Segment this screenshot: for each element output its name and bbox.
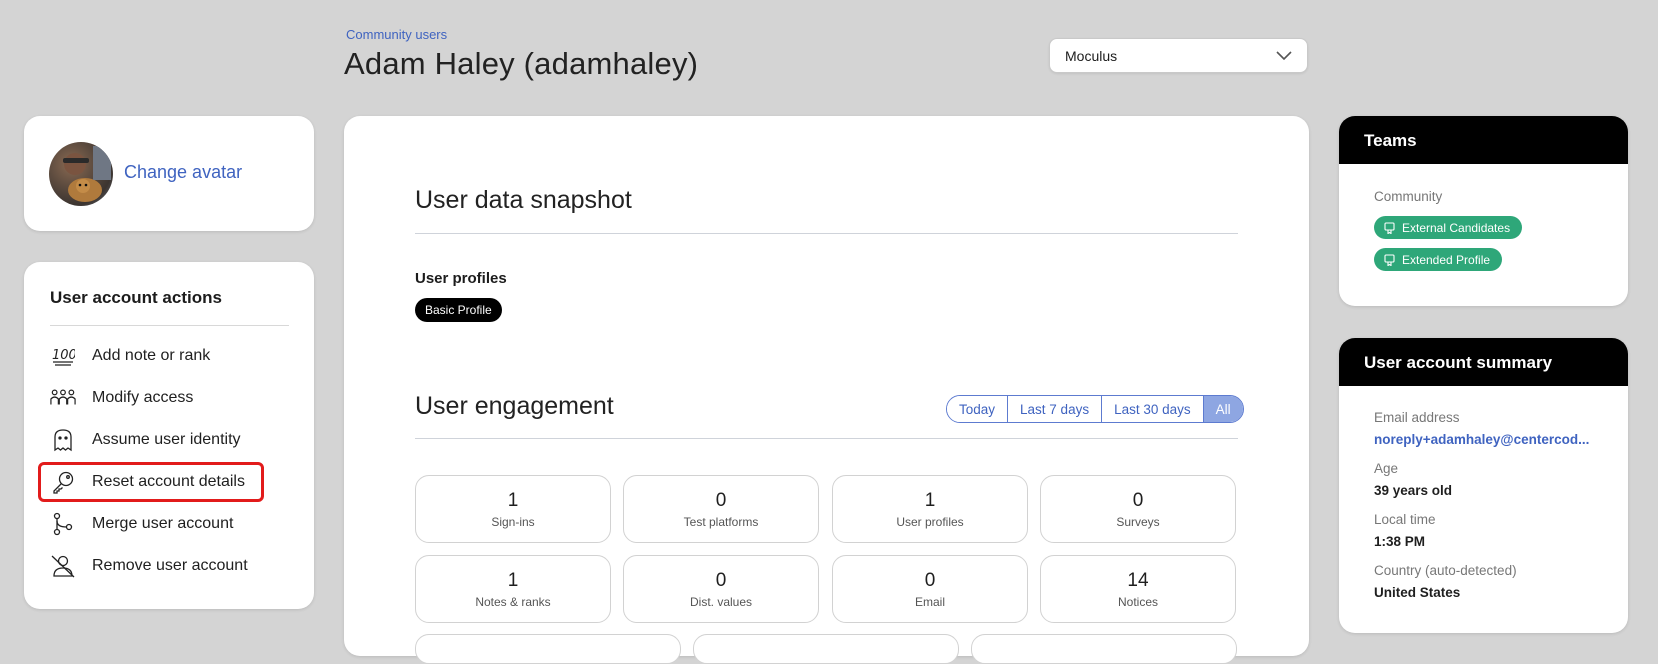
certificate-icon: [1384, 253, 1395, 266]
user-data-snapshot-title: User data snapshot: [415, 186, 632, 214]
age-label: Age: [1374, 461, 1399, 476]
stat-card-partial: [971, 634, 1237, 664]
email-label: Email address: [1374, 410, 1460, 425]
svg-text:100: 100: [52, 348, 75, 363]
stat-label: Test platforms: [683, 514, 759, 529]
remove-user-account-action[interactable]: Remove user account: [50, 549, 289, 583]
local-time-label: Local time: [1374, 512, 1436, 527]
stat-value: 14: [1127, 569, 1149, 591]
action-label: Assume user identity: [92, 431, 241, 448]
range-all[interactable]: All: [1203, 396, 1243, 422]
change-avatar-link[interactable]: Change avatar: [124, 162, 242, 183]
stat-label: Sign-ins: [491, 514, 535, 529]
team-badge-extended-profile[interactable]: Extended Profile: [1374, 248, 1503, 271]
teams-card: Teams Community External Candidates Exte…: [1339, 116, 1628, 306]
team-badge-external-candidates[interactable]: External Candidates: [1374, 216, 1523, 239]
actions-title: User account actions: [50, 288, 222, 307]
stat-label: Notes & ranks: [475, 594, 551, 609]
divider: [415, 438, 1238, 439]
stat-user-profiles[interactable]: 1 User profiles: [832, 475, 1028, 543]
stat-value: 1: [507, 569, 519, 591]
merge-user-account-action[interactable]: Merge user account: [50, 507, 289, 541]
range-last-7-days[interactable]: Last 7 days: [1008, 396, 1103, 422]
page-title: Adam Haley (adamhaley): [344, 46, 699, 81]
stat-label: Email: [914, 594, 945, 609]
divider: [415, 233, 1238, 234]
divider: [50, 325, 289, 326]
stat-label: Surveys: [1116, 514, 1160, 529]
local-time-value: 1:38 PM: [1374, 534, 1426, 549]
age-value: 39 years old: [1374, 483, 1453, 498]
project-select-value: Moculus: [1065, 47, 1118, 64]
stat-card-partial: [415, 634, 681, 664]
stat-value: 1: [507, 489, 519, 511]
action-label: Merge user account: [92, 515, 234, 532]
hundred-points-icon: 100: [50, 344, 76, 368]
country-label: Country (auto-detected): [1374, 563, 1517, 578]
main-card: User data snapshot User profiles Basic P…: [344, 116, 1309, 664]
stat-value: 0: [715, 569, 727, 591]
stat-notices[interactable]: 14 Notices: [1040, 555, 1236, 623]
country-value: United States: [1374, 585, 1461, 600]
stat-label: Notices: [1117, 594, 1158, 609]
action-label: Remove user account: [92, 557, 248, 574]
summary-title: User account summary: [1339, 338, 1628, 386]
breadcrumb[interactable]: Community users: [346, 27, 447, 42]
range-last-30-days[interactable]: Last 30 days: [1102, 396, 1204, 422]
stat-value: 1: [924, 489, 936, 511]
teams-group-label: Community: [1374, 189, 1443, 204]
user-slash-icon: [50, 554, 76, 578]
user-engagement-title: User engagement: [415, 392, 614, 420]
profile-badge[interactable]: Basic Profile: [415, 298, 502, 322]
people-group-icon: [50, 386, 76, 410]
action-label: Add note or rank: [92, 347, 211, 364]
avatar: [49, 142, 113, 206]
stat-email[interactable]: 0 Email: [832, 555, 1028, 623]
certificate-icon: [1384, 221, 1395, 234]
email-value[interactable]: noreply+adamhaley@centercod...: [1374, 432, 1599, 447]
user-account-actions-card: User account actions 100 Add note or ran…: [24, 262, 314, 609]
add-note-or-rank-action[interactable]: 100 Add note or rank: [50, 339, 289, 373]
stat-value: 0: [924, 569, 936, 591]
stat-notes-ranks[interactable]: 1 Notes & ranks: [415, 555, 611, 623]
modify-access-action[interactable]: Modify access: [50, 381, 289, 415]
stat-sign-ins[interactable]: 1 Sign-ins: [415, 475, 611, 543]
stat-label: User profiles: [896, 514, 964, 529]
merge-icon: [50, 512, 76, 536]
stat-test-platforms[interactable]: 0 Test platforms: [623, 475, 819, 543]
action-label: Modify access: [92, 389, 194, 406]
range-today[interactable]: Today: [947, 396, 1009, 422]
highlight-box: [38, 462, 264, 502]
assume-user-identity-action[interactable]: Assume user identity: [50, 423, 289, 457]
user-profiles-label: User profiles: [415, 270, 507, 287]
team-badge-label: Extended Profile: [1402, 252, 1491, 267]
user-account-summary-card: User account summary Email address norep…: [1339, 338, 1628, 633]
avatar-card: Change avatar: [24, 116, 314, 231]
project-select[interactable]: Moculus: [1049, 38, 1308, 73]
stat-value: 0: [715, 489, 727, 511]
stat-surveys[interactable]: 0 Surveys: [1040, 475, 1236, 543]
date-range-toggle: Today Last 7 days Last 30 days All: [946, 395, 1244, 423]
ghost-icon: [50, 428, 76, 452]
teams-title: Teams: [1339, 116, 1628, 164]
chevron-down-icon: [1276, 48, 1292, 64]
stat-dist-values[interactable]: 0 Dist. values: [623, 555, 819, 623]
team-badge-label: External Candidates: [1402, 220, 1511, 235]
stat-card-partial: [693, 634, 959, 664]
stat-value: 0: [1132, 489, 1144, 511]
stat-label: Dist. values: [689, 594, 753, 609]
